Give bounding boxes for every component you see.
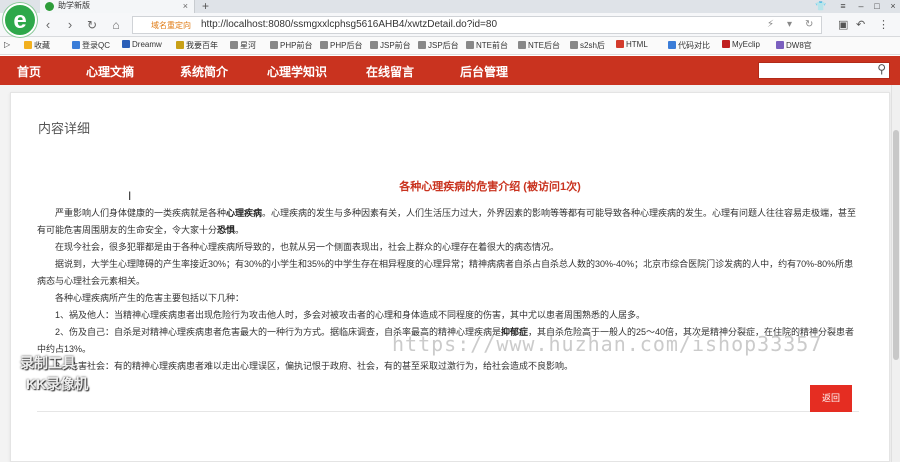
bookmark-item[interactable]: PHP前台: [270, 40, 312, 51]
watermark-site: https://www.huzhan.com/ishop33357: [392, 332, 823, 356]
section-title: 内容详细: [38, 121, 91, 136]
bookmark-item[interactable]: NTE前台: [466, 40, 508, 51]
nav-system-intro[interactable]: 系统简介: [180, 63, 228, 80]
back-icon[interactable]: ‹: [40, 17, 56, 33]
bookmark-item[interactable]: JSP前台: [370, 40, 411, 51]
site-navbar: 首页 心理文摘 系统简介 心理学知识 在线留言 后台管理 ⚲: [0, 56, 900, 85]
url-text[interactable]: http://localhost:8080/ssmgxxlcphsg5616AH…: [201, 19, 497, 30]
tab-title: 助学新版: [58, 1, 90, 10]
refresh-small-icon[interactable]: ↻: [805, 19, 813, 30]
bookmark-item[interactable]: 星河: [230, 40, 256, 51]
address-bar: ‹ › ↻ ⌂ 域名重定向 http://localhost:8080/ssmg…: [0, 13, 900, 37]
bookmark-item[interactable]: JSP后台: [418, 40, 459, 51]
more-icon[interactable]: ⋮: [878, 18, 889, 31]
redirect-badge: 域名重定向: [151, 21, 191, 30]
nav-admin[interactable]: 后台管理: [460, 63, 508, 80]
url-input[interactable]: 域名重定向 http://localhost:8080/ssmgxxlcphsg…: [132, 16, 822, 34]
browser-tab[interactable]: 助学新版 ×: [40, 0, 195, 13]
paragraph: 各种心理疾病所产生的危害主要包括以下几种：: [55, 293, 245, 303]
bookmark-item[interactable]: 收藏: [24, 40, 50, 51]
bookmarks-bar: ▷ 收藏 登录QC Dreamw 我要百年 星河 PHP前台 PHP后台 JSP…: [0, 37, 900, 55]
paragraph: 据说到，大学生心理障碍的产生率接近30%；有30%的小学生和35%的中学生存在相…: [37, 259, 854, 286]
bookmark-item[interactable]: DW8官: [776, 40, 812, 51]
browser-logo-icon[interactable]: e: [3, 3, 37, 37]
search-icon[interactable]: ⚲: [877, 62, 886, 76]
nav-home[interactable]: 首页: [17, 63, 41, 80]
tab-close-icon[interactable]: ×: [183, 0, 188, 12]
bookmark-item[interactable]: NTE后台: [518, 40, 560, 51]
lightning-icon[interactable]: ⚡: [767, 19, 774, 30]
bookmark-item[interactable]: PHP后台: [320, 40, 362, 51]
nav-psych-digest[interactable]: 心理文摘: [86, 63, 134, 80]
search-input[interactable]: ⚲: [758, 62, 890, 79]
paragraph: 3、危害社会：有的精神心理疾病患者难以走出心理误区，偏执记恨于政府、社会，有的甚…: [55, 361, 574, 371]
bookmark-item[interactable]: HTML: [616, 40, 648, 49]
bookmark-item[interactable]: 我要百年: [176, 40, 218, 51]
forward-icon[interactable]: ›: [62, 17, 78, 33]
close-window-icon[interactable]: ×: [884, 0, 900, 12]
back-button[interactable]: 返回: [810, 385, 852, 412]
paragraph: 严重影响人们身体健康的一类疾病就是各种心理疾病。心理疾病的发生与多种因素有关，人…: [37, 208, 857, 235]
bookmark-item[interactable]: s2sh后: [570, 40, 605, 51]
bookmarks-toggle-icon[interactable]: ▷: [4, 40, 10, 49]
site-favicon-icon: [45, 2, 54, 11]
dropdown-icon[interactable]: ▾: [787, 19, 792, 30]
bookmark-item[interactable]: MyEclip: [722, 40, 760, 49]
content-divider: [37, 411, 859, 412]
nav-online-message[interactable]: 在线留言: [366, 63, 414, 80]
bookmark-item[interactable]: Dreamw: [122, 40, 162, 49]
menu-icon[interactable]: ≡: [834, 0, 852, 12]
nav-psych-knowledge[interactable]: 心理学知识: [267, 63, 327, 80]
paragraph: 1、祸及他人：当精神心理疾病患者出现危险行为攻击他人时，多会对被攻击者的心理和身…: [55, 310, 646, 320]
scrollbar-thumb[interactable]: [893, 130, 899, 360]
reader-icon[interactable]: ▣: [838, 18, 848, 31]
tab-strip: 助学新版 × + 👕 ≡ – □ ×: [0, 0, 900, 13]
bookmark-item[interactable]: 登录QC: [72, 40, 110, 51]
article-title: 各种心理疾病的危害介绍 (被访问1次): [399, 181, 581, 193]
scrollbar[interactable]: [891, 85, 900, 462]
bookmark-item[interactable]: 代码对比: [668, 40, 710, 51]
undo-icon[interactable]: ↶: [856, 18, 865, 31]
paragraph: 在现今社会，很多犯罪都是由于各种心理疾病所导致的，也就从另一个侧面表现出，社会上…: [55, 242, 560, 252]
browser-window: 助学新版 × + 👕 ≡ – □ × e ‹ › ↻ ⌂ 域名重定向 http:…: [0, 0, 900, 462]
skin-icon[interactable]: 👕: [812, 0, 830, 12]
watermark-recorder: 录制工具 KK录像机: [20, 355, 89, 392]
home-icon[interactable]: ⌂: [108, 17, 124, 33]
new-tab-icon[interactable]: +: [202, 0, 209, 13]
reload-icon[interactable]: ↻: [84, 17, 100, 33]
